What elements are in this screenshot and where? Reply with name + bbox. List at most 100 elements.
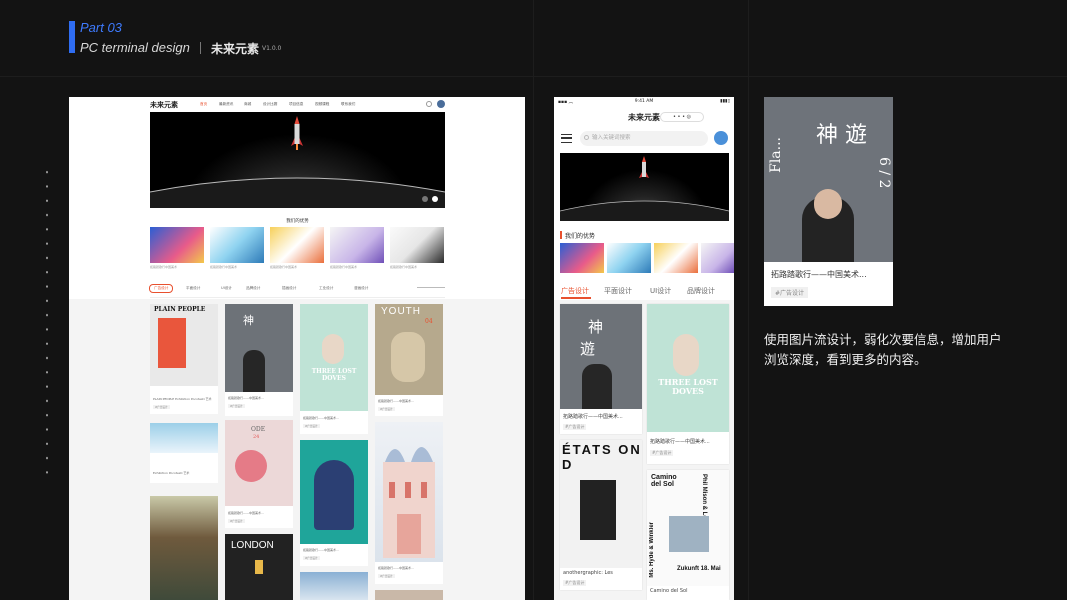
pc-tab-ads[interactable]: 广告设计 xyxy=(149,284,174,293)
card-tag[interactable]: #广告设计 xyxy=(153,405,170,409)
pc-tab-comic[interactable]: 漫画设计 xyxy=(354,286,368,291)
card-caption: Camino del Sol xyxy=(650,588,688,594)
more-link[interactable] xyxy=(417,287,445,288)
poster-figure xyxy=(391,332,425,382)
pc-tab-brand[interactable]: 品牌设计 xyxy=(246,286,260,291)
pc-post-card[interactable]: 拓路踏歌行——中国美术... #广告设计 xyxy=(375,422,443,584)
rocket-illustration xyxy=(149,116,446,208)
card-caption: 拓路踏歌行——中国美术... xyxy=(228,396,264,400)
divider xyxy=(150,297,445,298)
pc-section-title: 我们的优势 xyxy=(286,219,309,224)
detail-poster-image: 神 遊 6 / 2 Fla... xyxy=(764,97,893,262)
pc-post-card[interactable]: 拓路踏歌行——中国美术... #广告设计 xyxy=(300,440,368,566)
poster-image: YOUTH 04 xyxy=(375,304,443,395)
search-icon[interactable] xyxy=(426,101,432,107)
pc-nav-contest[interactable]: 设计比赛 xyxy=(263,102,277,107)
poster-number: 24 xyxy=(253,434,260,440)
feature-card[interactable] xyxy=(701,243,734,273)
pc-post-card[interactable]: YOUTH 04 拓路踏歌行——中国美术... #广告设计 xyxy=(375,304,443,416)
grid-line xyxy=(0,76,1067,77)
mobile-tab-ui[interactable]: UI设计 xyxy=(650,286,671,296)
section-subtitle: PC terminal design xyxy=(80,40,190,55)
card-tag[interactable]: #广告设计 xyxy=(650,450,674,456)
pc-tab-graphic[interactable]: 平面设计 xyxy=(186,286,200,291)
feature-caption: 拓路踏歌行中国美术 xyxy=(270,265,298,269)
feature-card[interactable] xyxy=(150,227,204,263)
pc-mockup: 未来元素 首页 最新资讯 商城 设计比赛 项目信息 视频课程 联系我们 我们的优… xyxy=(69,97,525,600)
brand-name: 未来元素 xyxy=(211,42,260,56)
feature-card[interactable] xyxy=(607,243,651,273)
pc-tab-illustration[interactable]: 插画设计 xyxy=(282,286,296,291)
dot-grid-decoration xyxy=(40,165,60,475)
feature-card[interactable] xyxy=(560,243,604,273)
section-marker xyxy=(560,231,562,239)
mobile-tab-brand[interactable]: 品牌设计 xyxy=(687,286,715,296)
poster-image xyxy=(375,422,443,562)
feature-card[interactable] xyxy=(210,227,264,263)
poster-figure xyxy=(673,334,699,376)
poster-side-text: Fla... xyxy=(768,137,784,173)
pc-post-card[interactable] xyxy=(375,590,443,600)
feature-card[interactable] xyxy=(654,243,698,273)
card-tag[interactable]: #广告设计 xyxy=(303,424,320,428)
pc-post-card[interactable]: ODE 24 拓路踏歌行——中国美术... #广告设计 xyxy=(225,420,293,528)
card-caption: 拓路踏歌行——中国美术... xyxy=(303,416,339,420)
pc-nav-contact[interactable]: 联系我们 xyxy=(341,102,355,107)
pc-logo[interactable]: 未来元素 xyxy=(150,100,178,110)
pc-post-card[interactable] xyxy=(300,572,368,600)
mobile-post-card[interactable]: Camino del Sol Phil Mison & Lexx Ms. Hyd… xyxy=(647,470,729,600)
poster-image: PLAIN PEOPLE xyxy=(150,304,218,386)
feature-card[interactable] xyxy=(390,227,444,263)
pc-post-card[interactable]: PLAIN PEOPLE PLAIN PEOPLE Exhibition Poc… xyxy=(150,304,218,414)
card-tag[interactable]: #广告设计 xyxy=(378,574,395,578)
card-tag[interactable]: #广告设计 xyxy=(563,580,587,586)
detail-card[interactable]: 神 遊 6 / 2 Fla... 拓路踏歌行——中国美术... #广告设计 xyxy=(764,97,893,306)
poster-title: ÉTATS ON D xyxy=(562,442,642,472)
poster-number: 6 / 2 xyxy=(876,157,892,189)
poster-title: YOUTH xyxy=(381,306,421,317)
pc-nav-shop[interactable]: 商城 xyxy=(244,102,251,107)
feature-caption: 拓路踏歌行中国美术 xyxy=(390,265,418,269)
cathedral-illustration xyxy=(383,447,435,558)
card-tag[interactable]: #广告设计 xyxy=(563,424,587,430)
detail-tag[interactable]: #广告设计 xyxy=(771,287,809,298)
mobile-post-card[interactable]: 神 遊 拓路踏歌行——中国美术... #广告设计 xyxy=(560,304,642,434)
pc-hero-banner[interactable] xyxy=(149,112,446,208)
mobile-tab-graphic[interactable]: 平面设计 xyxy=(604,286,632,296)
avatar[interactable] xyxy=(714,131,728,145)
mobile-post-card[interactable]: ÉTATS ON D anothergraphic: Les #广告设计 xyxy=(560,440,642,590)
pc-nav-courses[interactable]: 视频课程 xyxy=(315,102,329,107)
feature-card[interactable] xyxy=(270,227,324,263)
card-tag[interactable]: #广告设计 xyxy=(378,407,395,411)
feature-card[interactable] xyxy=(330,227,384,263)
card-tag[interactable]: #广告设计 xyxy=(228,519,245,523)
pc-post-card[interactable]: THREE LOST DOVES 拓路踏歌行——中国美术... #广告设计 xyxy=(300,304,368,434)
pc-post-card[interactable]: 神 拓路踏歌行——中国美术... #广告设计 xyxy=(225,304,293,416)
mobile-hero-banner[interactable] xyxy=(559,153,730,221)
poster-artist: Ms. Hyde & Winkler xyxy=(649,522,655,578)
avatar[interactable] xyxy=(437,100,445,108)
search-input[interactable]: 输入关键词搜索 xyxy=(580,131,708,146)
pc-tab-industrial[interactable]: 工业设计 xyxy=(319,286,333,291)
mobile-post-card[interactable]: THREE LOST DOVES 拓路踏歌行——中国美术... #广告设计 xyxy=(647,304,729,464)
pc-post-card[interactable] xyxy=(150,496,218,600)
carousel-dot[interactable] xyxy=(422,196,428,202)
pc-nav-news[interactable]: 最新资讯 xyxy=(219,102,233,107)
carousel-dot-active[interactable] xyxy=(432,196,438,202)
mobile-tab-ads[interactable]: 广告设计 xyxy=(561,286,589,296)
card-tag[interactable]: #广告设计 xyxy=(228,404,245,408)
menu-icon[interactable] xyxy=(561,134,572,143)
accent-bar xyxy=(69,21,75,53)
poster-date: Zukunft 18. Mai xyxy=(677,566,721,572)
pc-post-card[interactable]: Exhibition Pocotesti 艺术 xyxy=(150,423,218,483)
design-description: 使用图片流设计，弱化次要信息，增加用户浏览深度，看到更多的内容。 xyxy=(764,332,1002,367)
version-label: V1.0.0 xyxy=(262,45,282,52)
pc-nav-projects[interactable]: 项目信息 xyxy=(289,102,303,107)
card-tag[interactable]: #广告设计 xyxy=(303,556,320,560)
poster-figure xyxy=(582,364,612,409)
pc-nav-home[interactable]: 首页 xyxy=(200,102,207,107)
pc-tab-ui[interactable]: UI设计 xyxy=(221,286,232,291)
capsule-menu[interactable]: • • • ◎ xyxy=(660,112,704,122)
poster-image: 神 遊 xyxy=(560,304,642,409)
pc-post-card[interactable]: LONDON xyxy=(225,534,293,600)
